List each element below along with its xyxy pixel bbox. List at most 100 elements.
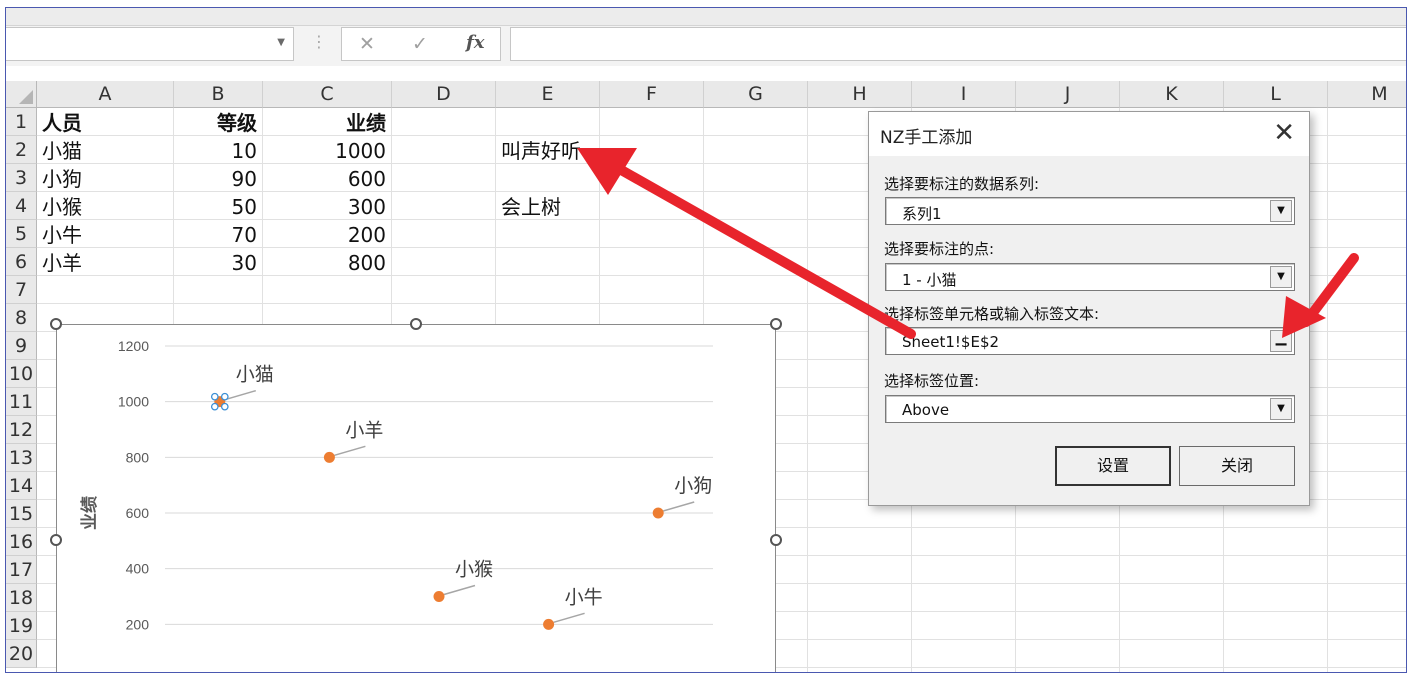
data-label[interactable]: 小猫 (236, 364, 274, 386)
row-header-11[interactable]: 11 (6, 388, 37, 416)
row-header-17[interactable]: 17 (6, 556, 37, 584)
series-select[interactable]: 系列1 ▼ (885, 197, 1295, 225)
row-header-3[interactable]: 3 (6, 164, 37, 192)
y-tick-label[interactable]: 800 (126, 449, 150, 465)
column-header-i[interactable]: I (912, 81, 1016, 108)
selection-handle[interactable] (210, 392, 219, 401)
y-tick-label[interactable]: 1200 (118, 338, 149, 354)
row-header-7[interactable]: 7 (6, 276, 37, 304)
leader-line[interactable] (553, 612, 585, 624)
leader-line[interactable] (662, 501, 695, 512)
cell-c3[interactable]: 600 (263, 164, 386, 192)
y-tick-label[interactable]: 200 (126, 616, 150, 632)
resize-handle-top[interactable] (410, 318, 422, 330)
point-select[interactable]: 1 - 小猫 ▼ (885, 263, 1295, 291)
row-header-18[interactable]: 18 (6, 584, 37, 612)
cell-e2[interactable]: 叫声好听 (501, 136, 581, 164)
column-header-b[interactable]: B (174, 81, 263, 108)
collapse-dialog-icon[interactable]: ▁ (1270, 330, 1292, 352)
chevron-down-icon[interactable]: ▼ (1270, 398, 1292, 420)
cell-b4[interactable]: 50 (174, 192, 257, 220)
column-header-l[interactable]: L (1224, 81, 1328, 108)
column-header-a[interactable]: A (37, 81, 174, 108)
resize-handle-top-left[interactable] (50, 318, 62, 330)
cell-c2[interactable]: 1000 (263, 136, 386, 164)
cell-a2[interactable]: 小猫 (42, 136, 82, 164)
close-button[interactable]: 关闭 (1179, 446, 1295, 486)
resize-handle-top-right[interactable] (770, 318, 782, 330)
cell-c4[interactable]: 300 (263, 192, 386, 220)
data-label[interactable]: 小猴 (455, 559, 493, 581)
position-select[interactable]: Above ▼ (885, 395, 1295, 423)
column-header-h[interactable]: H (808, 81, 912, 108)
leader-line[interactable] (334, 445, 366, 457)
cell-a4[interactable]: 小猴 (42, 192, 82, 220)
data-point-3[interactable] (543, 618, 555, 630)
row-header-19[interactable]: 19 (6, 612, 37, 640)
data-label[interactable]: 小牛 (565, 586, 603, 608)
cell-a1[interactable]: 人员 (42, 108, 82, 136)
leader-line[interactable] (443, 584, 476, 596)
cell-a6[interactable]: 小羊 (42, 248, 82, 276)
cell-b1[interactable]: 等级 (174, 108, 257, 136)
y-tick-label[interactable]: 600 (126, 505, 150, 521)
column-header-m[interactable]: M (1328, 81, 1406, 108)
row-header-4[interactable]: 4 (6, 192, 37, 220)
cell-b3[interactable]: 90 (174, 164, 257, 192)
y-tick-label[interactable]: 1000 (118, 394, 149, 410)
set-button[interactable]: 设置 (1055, 446, 1171, 486)
data-label[interactable]: 小狗 (674, 475, 712, 497)
column-header-g[interactable]: G (704, 81, 808, 108)
cell-b5[interactable]: 70 (174, 220, 257, 248)
dialog-titlebar[interactable]: NZ手工添加 ✕ (869, 112, 1309, 156)
selection-handle[interactable] (220, 392, 229, 401)
selection-handle[interactable] (220, 402, 229, 411)
y-axis-title[interactable]: 业绩 (79, 496, 100, 530)
cell-a3[interactable]: 小狗 (42, 164, 82, 192)
row-header-5[interactable]: 5 (6, 220, 37, 248)
column-header-j[interactable]: J (1016, 81, 1120, 108)
column-header-c[interactable]: C (263, 81, 392, 108)
chevron-down-icon[interactable]: ▼ (1270, 266, 1292, 288)
scatter-chart[interactable]: 200 400 600 800 1000 1200 业绩 小猫小狗小猴小牛 小羊 (56, 324, 777, 673)
row-header-1[interactable]: 1 (6, 108, 37, 136)
row-header-2[interactable]: 2 (6, 136, 37, 164)
data-point-1[interactable] (652, 507, 664, 519)
row-header-15[interactable]: 15 (6, 500, 37, 528)
chart-plot[interactable]: 200 400 600 800 1000 1200 业绩 小猫小狗小猴小牛 小羊 (57, 325, 777, 673)
y-tick-label[interactable]: 400 (126, 561, 150, 577)
row-header-13[interactable]: 13 (6, 444, 37, 472)
selection-handle[interactable] (210, 402, 219, 411)
row-header-8[interactable]: 8 (6, 304, 37, 332)
row-header-10[interactable]: 10 (6, 360, 37, 388)
data-point-4[interactable] (323, 451, 335, 463)
select-all-corner[interactable] (6, 81, 37, 108)
label-ref-input[interactable]: Sheet1!$E$2 ▁ (885, 327, 1295, 355)
row-header-20[interactable]: 20 (6, 640, 37, 668)
close-icon[interactable]: ✕ (1273, 117, 1295, 149)
column-header-e[interactable]: E (496, 81, 600, 108)
cell-b6[interactable]: 30 (174, 248, 257, 276)
cell-b2[interactable]: 10 (174, 136, 257, 164)
resize-handle-right[interactable] (770, 534, 782, 546)
leader-line[interactable] (224, 389, 257, 401)
select-all-icon[interactable] (19, 90, 33, 104)
column-header-d[interactable]: D (392, 81, 496, 108)
row-header-6[interactable]: 6 (6, 248, 37, 276)
row-header-12[interactable]: 12 (6, 416, 37, 444)
row-header-16[interactable]: 16 (6, 528, 37, 556)
data-label[interactable]: 小羊 (345, 419, 383, 441)
cell-c5[interactable]: 200 (263, 220, 386, 248)
cell-a5[interactable]: 小牛 (42, 220, 82, 248)
label-ref-value: Sheet1!$E$2 (902, 333, 1000, 351)
cell-e4[interactable]: 会上树 (501, 192, 561, 220)
chevron-down-icon[interactable]: ▼ (1270, 200, 1292, 222)
cell-c1[interactable]: 业绩 (263, 108, 386, 136)
cell-c6[interactable]: 800 (263, 248, 386, 276)
row-header-14[interactable]: 14 (6, 472, 37, 500)
data-point-2[interactable] (433, 591, 445, 602)
column-header-f[interactable]: F (600, 81, 704, 108)
column-header-k[interactable]: K (1120, 81, 1224, 108)
resize-handle-left[interactable] (50, 534, 62, 546)
row-header-9[interactable]: 9 (6, 332, 37, 360)
